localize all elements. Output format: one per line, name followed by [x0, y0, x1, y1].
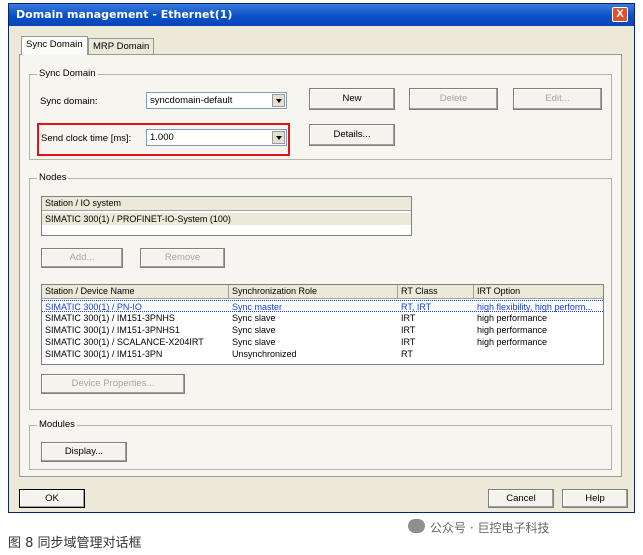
wechat-icon	[408, 519, 425, 533]
device-name-cell: SIMATIC 300(1) / SCALANCE-X204IRT	[45, 337, 204, 347]
column-header-sync-role[interactable]: Synchronization Role	[229, 285, 398, 299]
figure-caption: 图 8 同步域管理对话框	[8, 536, 142, 551]
irt-option-cell: high performance	[477, 313, 548, 323]
station-row-label: SIMATIC 300(1) / PROFINET-IO-System (100…	[45, 214, 231, 224]
send-clock-select[interactable]: 1.000	[146, 129, 287, 146]
details-button[interactable]: Details...	[309, 124, 395, 146]
sync-role-cell: Unsynchronized	[232, 349, 297, 359]
table-row[interactable]: SIMATIC 300(1) / PN-IO Sync master RT, I…	[42, 300, 603, 312]
column-header-rt-class[interactable]: RT Class	[398, 285, 474, 299]
table-row[interactable]: SIMATIC 300(1) / SCALANCE-X204IRT Sync s…	[42, 336, 603, 348]
edit-button[interactable]: Edit...	[513, 88, 602, 110]
rt-class-cell: IRT	[401, 337, 416, 347]
device-name-cell: SIMATIC 300(1) / IM151-3PNHS	[45, 313, 175, 323]
chevron-down-icon[interactable]	[272, 131, 285, 144]
send-clock-label: Send clock time [ms]:	[41, 133, 132, 144]
title-bar[interactable]: Domain management - Ethernet(1) X	[9, 4, 634, 26]
ok-button[interactable]: OK	[19, 489, 85, 508]
chevron-down-icon[interactable]	[272, 94, 285, 107]
send-clock-value: 1.000	[150, 132, 174, 143]
tab-mrp-domain[interactable]: MRP Domain	[88, 38, 155, 55]
rt-class-cell: IRT	[401, 325, 416, 335]
station-column-header[interactable]: Station / IO system	[42, 197, 411, 211]
device-table: Station / Device Name Synchronization Ro…	[41, 284, 604, 365]
tab-sync-domain[interactable]: Sync Domain	[21, 36, 88, 55]
device-name-cell: SIMATIC 300(1) / IM151-3PN	[45, 349, 163, 359]
watermark-text: 公众号 · 巨控电子科技	[430, 521, 550, 535]
sync-domain-select[interactable]: syncdomain-default	[146, 92, 287, 109]
column-header-irt-option[interactable]: IRT Option	[474, 285, 603, 299]
window-title: Domain management - Ethernet(1)	[16, 8, 233, 21]
cancel-button[interactable]: Cancel	[488, 489, 554, 508]
domain-management-window: Domain management - Ethernet(1) X Sync D…	[8, 3, 635, 513]
sync-role-cell: Sync slave	[232, 325, 276, 335]
display-button[interactable]: Display...	[41, 442, 127, 462]
table-row[interactable]: SIMATIC 300(1) / IM151-3PNHS1 Sync slave…	[42, 324, 603, 336]
sync-role-cell: Sync slave	[232, 337, 276, 347]
irt-option-cell: high performance	[477, 337, 548, 347]
device-properties-button[interactable]: Device Properties...	[41, 374, 185, 394]
new-button[interactable]: New	[309, 88, 395, 110]
remove-button[interactable]: Remove	[140, 248, 225, 268]
delete-button[interactable]: Delete	[409, 88, 498, 110]
device-name-cell: SIMATIC 300(1) / IM151-3PNHS1	[45, 325, 180, 335]
sync-role-cell: Sync slave	[232, 313, 276, 323]
table-row[interactable]: SIMATIC 300(1) / IM151-3PNHS Sync slave …	[42, 312, 603, 324]
column-header-station-device[interactable]: Station / Device Name	[42, 285, 229, 299]
rt-class-cell: IRT	[401, 313, 416, 323]
modules-group-label: Modules	[37, 419, 77, 430]
sync-domain-value: syncdomain-default	[150, 95, 233, 106]
help-button[interactable]: Help	[562, 489, 628, 508]
table-row[interactable]: SIMATIC 300(1) / IM151-3PN Unsynchronize…	[42, 348, 603, 360]
nodes-group-label: Nodes	[37, 172, 69, 183]
tab-panel: Sync Domain Sync domain: syncdomain-defa…	[19, 54, 622, 477]
close-button[interactable]: X	[612, 7, 628, 22]
sync-domain-label: Sync domain:	[40, 96, 98, 107]
add-button[interactable]: Add...	[41, 248, 123, 268]
sync-domain-group-label: Sync Domain	[37, 68, 98, 79]
table-row[interactable]: SIMATIC 300(1) / PROFINET-IO-System (100…	[42, 213, 411, 225]
station-table: Station / IO system SIMATIC 300(1) / PRO…	[41, 196, 412, 236]
irt-option-cell: high performance	[477, 325, 548, 335]
rt-class-cell: RT	[401, 349, 413, 359]
